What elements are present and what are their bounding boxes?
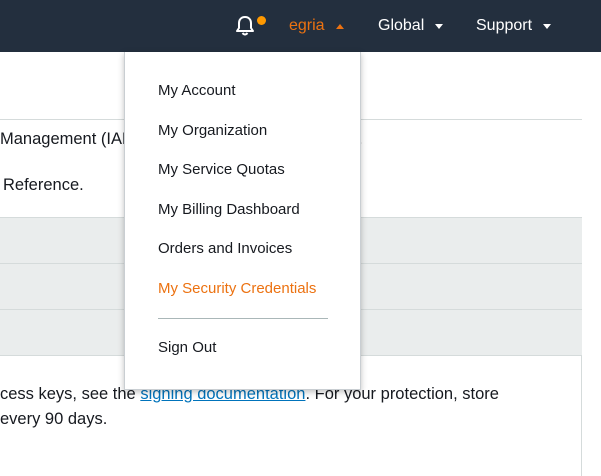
- menu-item-orders-and-invoices[interactable]: Orders and Invoices: [158, 240, 292, 257]
- account-menu-toggle[interactable]: egria: [289, 0, 344, 52]
- support-label: Support: [476, 17, 533, 34]
- access-keys-text-line2: every 90 days.: [0, 410, 108, 428]
- account-name: egria: [289, 17, 325, 34]
- menu-item-my-organization[interactable]: My Organization: [158, 122, 267, 139]
- menu-item-my-service-quotas[interactable]: My Service Quotas: [158, 161, 285, 178]
- account-dropdown-menu: My Account My Organization My Service Qu…: [124, 52, 361, 390]
- menu-item-my-billing-dashboard[interactable]: My Billing Dashboard: [158, 201, 300, 218]
- menu-item-my-account[interactable]: My Account: [158, 82, 236, 99]
- caret-down-icon: [543, 23, 552, 29]
- top-navigation-bar: egria Global Support: [0, 0, 601, 52]
- intro-text-line2: Reference.: [3, 176, 84, 194]
- caret-down-icon: [435, 23, 444, 29]
- notification-dot: [257, 16, 266, 25]
- region-selector[interactable]: Global: [378, 0, 444, 52]
- bell-icon[interactable]: [234, 15, 256, 37]
- menu-item-sign-out[interactable]: Sign Out: [158, 339, 216, 356]
- region-label: Global: [378, 17, 425, 34]
- caret-up-icon: [335, 23, 344, 29]
- intro-text-line1: Management (IAM: [0, 130, 136, 148]
- menu-item-my-security-credentials[interactable]: My Security Credentials: [158, 280, 316, 297]
- menu-divider: [158, 318, 328, 319]
- support-menu[interactable]: Support: [476, 0, 552, 52]
